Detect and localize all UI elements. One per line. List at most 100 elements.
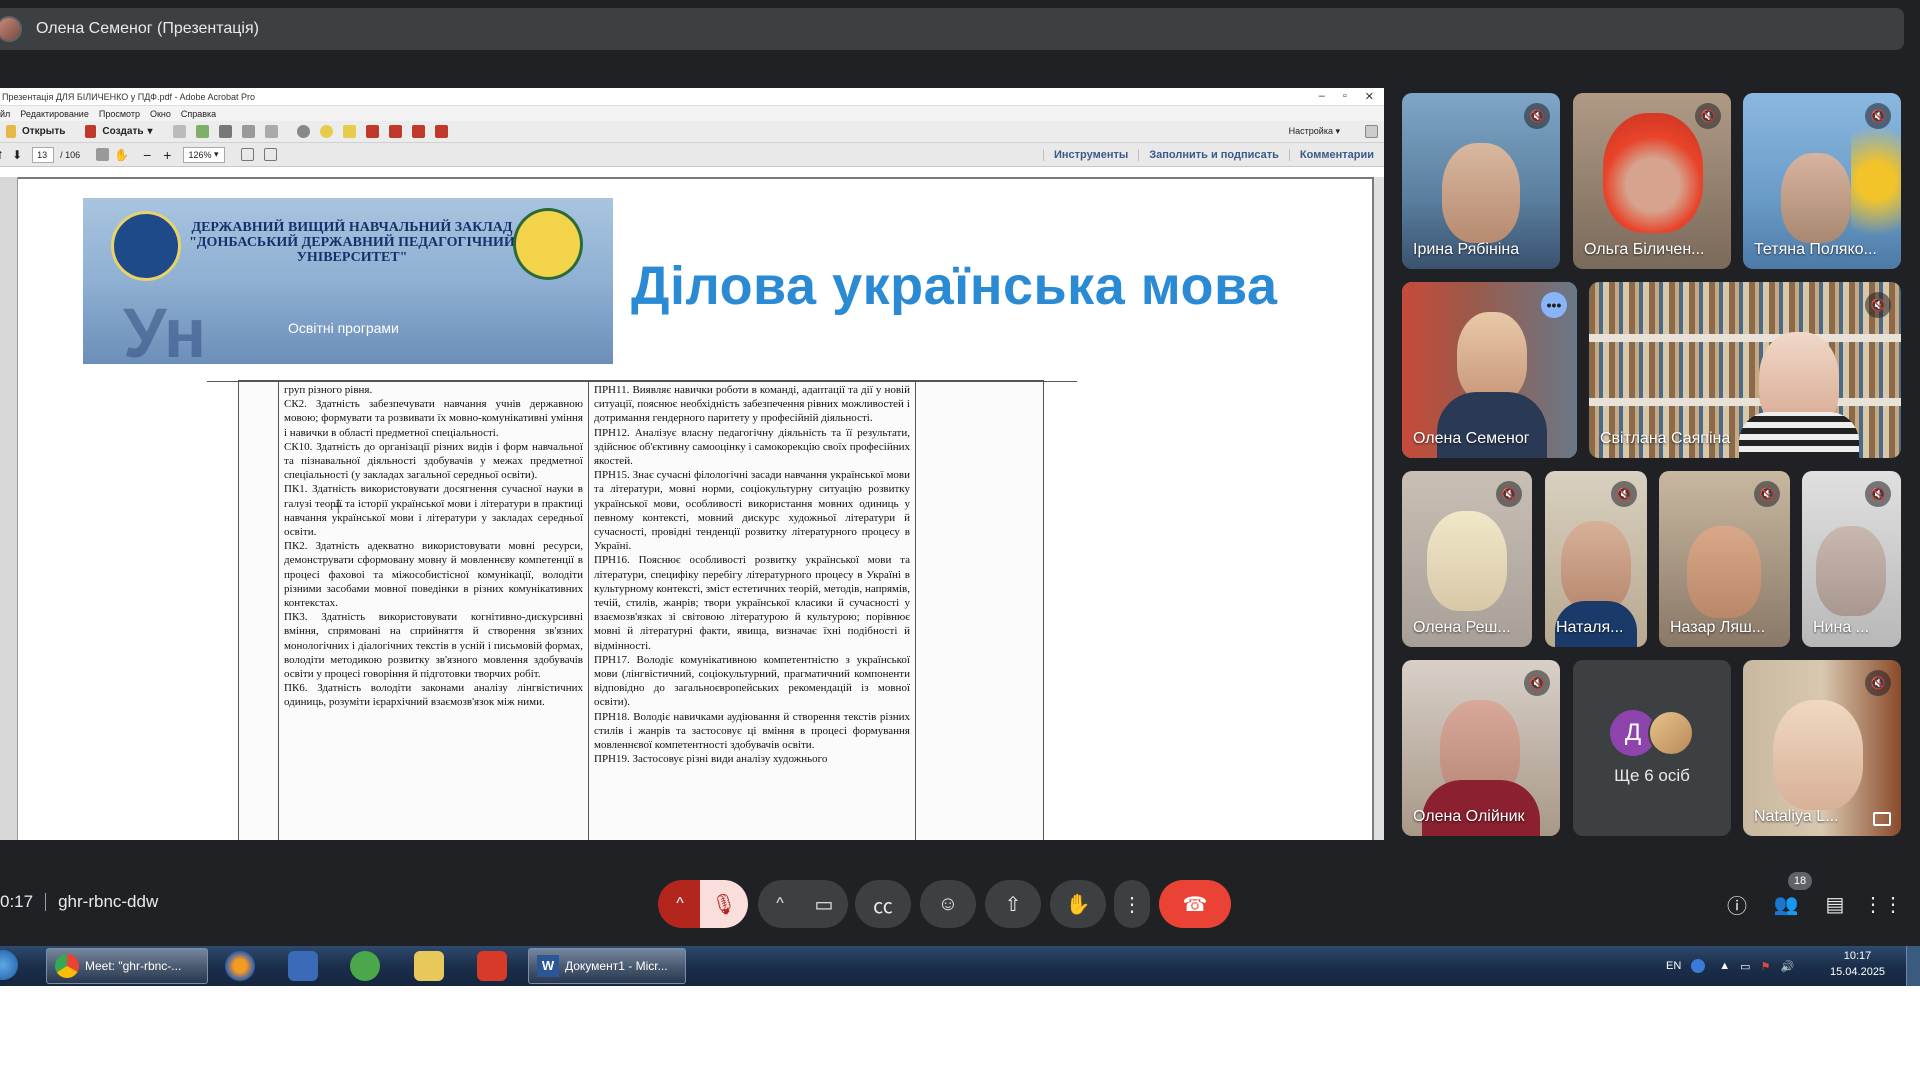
tools-link[interactable]: Инструменты bbox=[1042, 148, 1138, 161]
outcomes-text: ПРН11. Виявляє навички роботи в команді,… bbox=[594, 384, 910, 766]
slide-title: Ділова українська мова bbox=[631, 256, 1278, 316]
navigation-pane[interactable] bbox=[0, 177, 18, 840]
folder-icon bbox=[6, 125, 16, 138]
utorrent-icon[interactable] bbox=[350, 951, 380, 981]
presenter-title: Олена Семеног (Презентація) bbox=[36, 20, 259, 37]
tray-arrow-icon[interactable]: ▲ bbox=[1719, 960, 1730, 972]
participant-name: Олена Семеног bbox=[1413, 430, 1530, 447]
help-icon[interactable] bbox=[1691, 959, 1706, 973]
taskbar-chrome-meet[interactable]: Meet: "ghr-rbnc-... bbox=[46, 948, 208, 984]
comment-icon[interactable] bbox=[319, 125, 333, 138]
select-tool-icon[interactable] bbox=[96, 148, 110, 161]
participant-name: Олена Реш... bbox=[1413, 619, 1511, 636]
menu-window[interactable]: Окно bbox=[150, 109, 171, 119]
share-icon[interactable] bbox=[195, 125, 209, 138]
raise-hand-button[interactable]: ✋ bbox=[1050, 880, 1106, 928]
mic-off-icon: 🎙 bbox=[711, 893, 737, 916]
camera-button[interactable]: ▭ bbox=[800, 880, 848, 928]
language-indicator[interactable]: EN bbox=[1666, 960, 1681, 972]
zoom-out-icon[interactable]: − bbox=[143, 147, 151, 163]
page-total: / 106 bbox=[60, 149, 81, 160]
save-icon[interactable] bbox=[172, 125, 186, 138]
comments-link[interactable]: Комментарии bbox=[1288, 148, 1384, 161]
hand-tool-icon[interactable]: ✋ bbox=[114, 148, 129, 162]
participant-tile[interactable]: 🔇 Ольга Біличен... bbox=[1573, 93, 1731, 269]
participant-name: Тетяна Поляко... bbox=[1754, 241, 1877, 258]
highlight-icon[interactable] bbox=[342, 125, 356, 138]
taskbar-word[interactable]: W Документ1 - Micr... bbox=[528, 948, 686, 984]
participant-tile[interactable]: 🔇 Nataliya L... bbox=[1743, 660, 1901, 836]
participants-count-badge: 18 bbox=[1788, 872, 1812, 890]
vertical-scrollbar[interactable] bbox=[1374, 177, 1384, 840]
pdf-combine-icon[interactable] bbox=[388, 125, 402, 138]
edit-icon[interactable] bbox=[241, 125, 255, 138]
participant-tile-active-speaker[interactable]: ••• Олена Семеног bbox=[1402, 282, 1577, 458]
settings-dropdown[interactable]: Настройка ▾ bbox=[1289, 126, 1340, 137]
pin-icon[interactable] bbox=[1873, 812, 1891, 826]
leave-call-button[interactable]: ☎ bbox=[1159, 880, 1231, 928]
menu-help[interactable]: Справка bbox=[181, 109, 216, 119]
action-center-icon[interactable]: ⚑ bbox=[1761, 960, 1771, 973]
more-options-button[interactable]: ⋮ bbox=[1114, 880, 1150, 928]
pdf-export-icon[interactable] bbox=[411, 125, 425, 138]
pdf-page[interactable]: Ун ДЕРЖАВНИЙ ВИЩИЙ НАВЧАЛЬНИЙ ЗАКЛАД "ДО… bbox=[18, 179, 1372, 840]
participant-tile[interactable]: 🔇 Олена Реш... bbox=[1402, 471, 1532, 647]
menu-edit[interactable]: Редактирование bbox=[20, 109, 89, 119]
zoom-in-icon[interactable]: + bbox=[163, 147, 171, 163]
participant-tile[interactable]: 🔇 Назар Ляш... bbox=[1659, 471, 1790, 647]
people-icon[interactable]: 👥 bbox=[1771, 889, 1801, 919]
maximize-icon[interactable]: ▫ bbox=[1343, 90, 1347, 103]
scanned-table: груп різного рівня. СК2. Здатність забез… bbox=[207, 380, 1077, 840]
audio-options-button[interactable]: ^ bbox=[658, 880, 702, 928]
fit-width-icon[interactable] bbox=[264, 148, 278, 161]
mic-off-icon: 🔇 bbox=[1865, 670, 1891, 696]
gear-icon[interactable] bbox=[296, 125, 310, 138]
captions-button[interactable]: ㏄ bbox=[855, 880, 911, 928]
zoom-input[interactable]: 126% ▾ bbox=[183, 146, 226, 163]
pdf-form-icon[interactable] bbox=[434, 125, 448, 138]
firefox-icon[interactable] bbox=[225, 951, 255, 981]
file-explorer-icon[interactable] bbox=[414, 951, 444, 981]
video-options-button[interactable]: ^ bbox=[758, 880, 802, 928]
fullscreen-icon[interactable] bbox=[1365, 125, 1378, 138]
meeting-details-icon[interactable]: ⓘ bbox=[1722, 889, 1752, 919]
show-desktop-button[interactable] bbox=[1906, 946, 1920, 986]
acrobat-window-title: Презентація ДЛЯ БІЛИЧЕНКО у ПДФ.pdf - Ad… bbox=[2, 91, 256, 102]
menu-view[interactable]: Просмотр bbox=[99, 109, 140, 119]
participant-tile[interactable]: 🔇 Світлана Саяпіна bbox=[1589, 282, 1901, 458]
email-icon[interactable] bbox=[264, 125, 278, 138]
microphone-button[interactable]: 🎙 bbox=[700, 880, 748, 928]
pdf-icon[interactable] bbox=[365, 125, 379, 138]
taskbar-clock[interactable]: 10:17 15.04.2025 bbox=[1830, 948, 1885, 980]
print-icon[interactable] bbox=[218, 125, 232, 138]
camera-icon: ▭ bbox=[814, 893, 834, 916]
volume-icon[interactable]: 🔊 bbox=[1780, 960, 1794, 973]
minimize-icon[interactable]: – bbox=[1319, 90, 1325, 103]
fit-page-icon[interactable] bbox=[241, 148, 255, 161]
participant-tile[interactable]: 🔇 Олена Олійник bbox=[1402, 660, 1560, 836]
participant-tile[interactable]: 🔇 Тетяна Поляко... bbox=[1743, 93, 1901, 269]
create-button[interactable]: Создать ▾ bbox=[71, 125, 158, 138]
close-icon[interactable]: ✕ bbox=[1365, 90, 1374, 103]
participant-tile[interactable]: 🔇 Нина ... bbox=[1802, 471, 1901, 647]
acrobat-taskbar-icon[interactable] bbox=[477, 951, 507, 981]
chat-icon[interactable]: ▤ bbox=[1820, 889, 1850, 919]
participant-tile[interactable]: 🔇 Ірина Рябініна bbox=[1402, 93, 1560, 269]
start-button[interactable] bbox=[0, 950, 18, 980]
page-number-input[interactable]: 13 bbox=[32, 146, 55, 163]
network-icon[interactable]: ▭ bbox=[1740, 960, 1750, 973]
prev-page-icon[interactable]: ⬆ bbox=[0, 148, 4, 162]
competencies-text: груп різного рівня. СК2. Здатність забез… bbox=[284, 384, 583, 709]
reactions-button[interactable]: ☺ bbox=[920, 880, 976, 928]
present-button[interactable]: ⇧ bbox=[985, 880, 1041, 928]
more-participants-tile[interactable]: Д Ще 6 осіб bbox=[1573, 660, 1731, 836]
document-area[interactable]: Ун ДЕРЖАВНИЙ ВИЩИЙ НАВЧАЛЬНИЙ ЗАКЛАД "ДО… bbox=[0, 177, 1384, 840]
menu-file[interactable]: йл bbox=[0, 109, 10, 119]
more-options-icon[interactable]: ••• bbox=[1541, 292, 1567, 318]
media-player-icon[interactable] bbox=[288, 951, 318, 981]
activities-icon[interactable]: ⋮⋮ bbox=[1863, 889, 1903, 919]
next-page-icon[interactable]: ⬇ bbox=[12, 148, 22, 162]
open-button[interactable]: Открыть bbox=[0, 125, 71, 138]
participant-tile[interactable]: 🔇 Наталя... bbox=[1545, 471, 1647, 647]
fill-sign-link[interactable]: Заполнить и подписать bbox=[1138, 148, 1289, 161]
